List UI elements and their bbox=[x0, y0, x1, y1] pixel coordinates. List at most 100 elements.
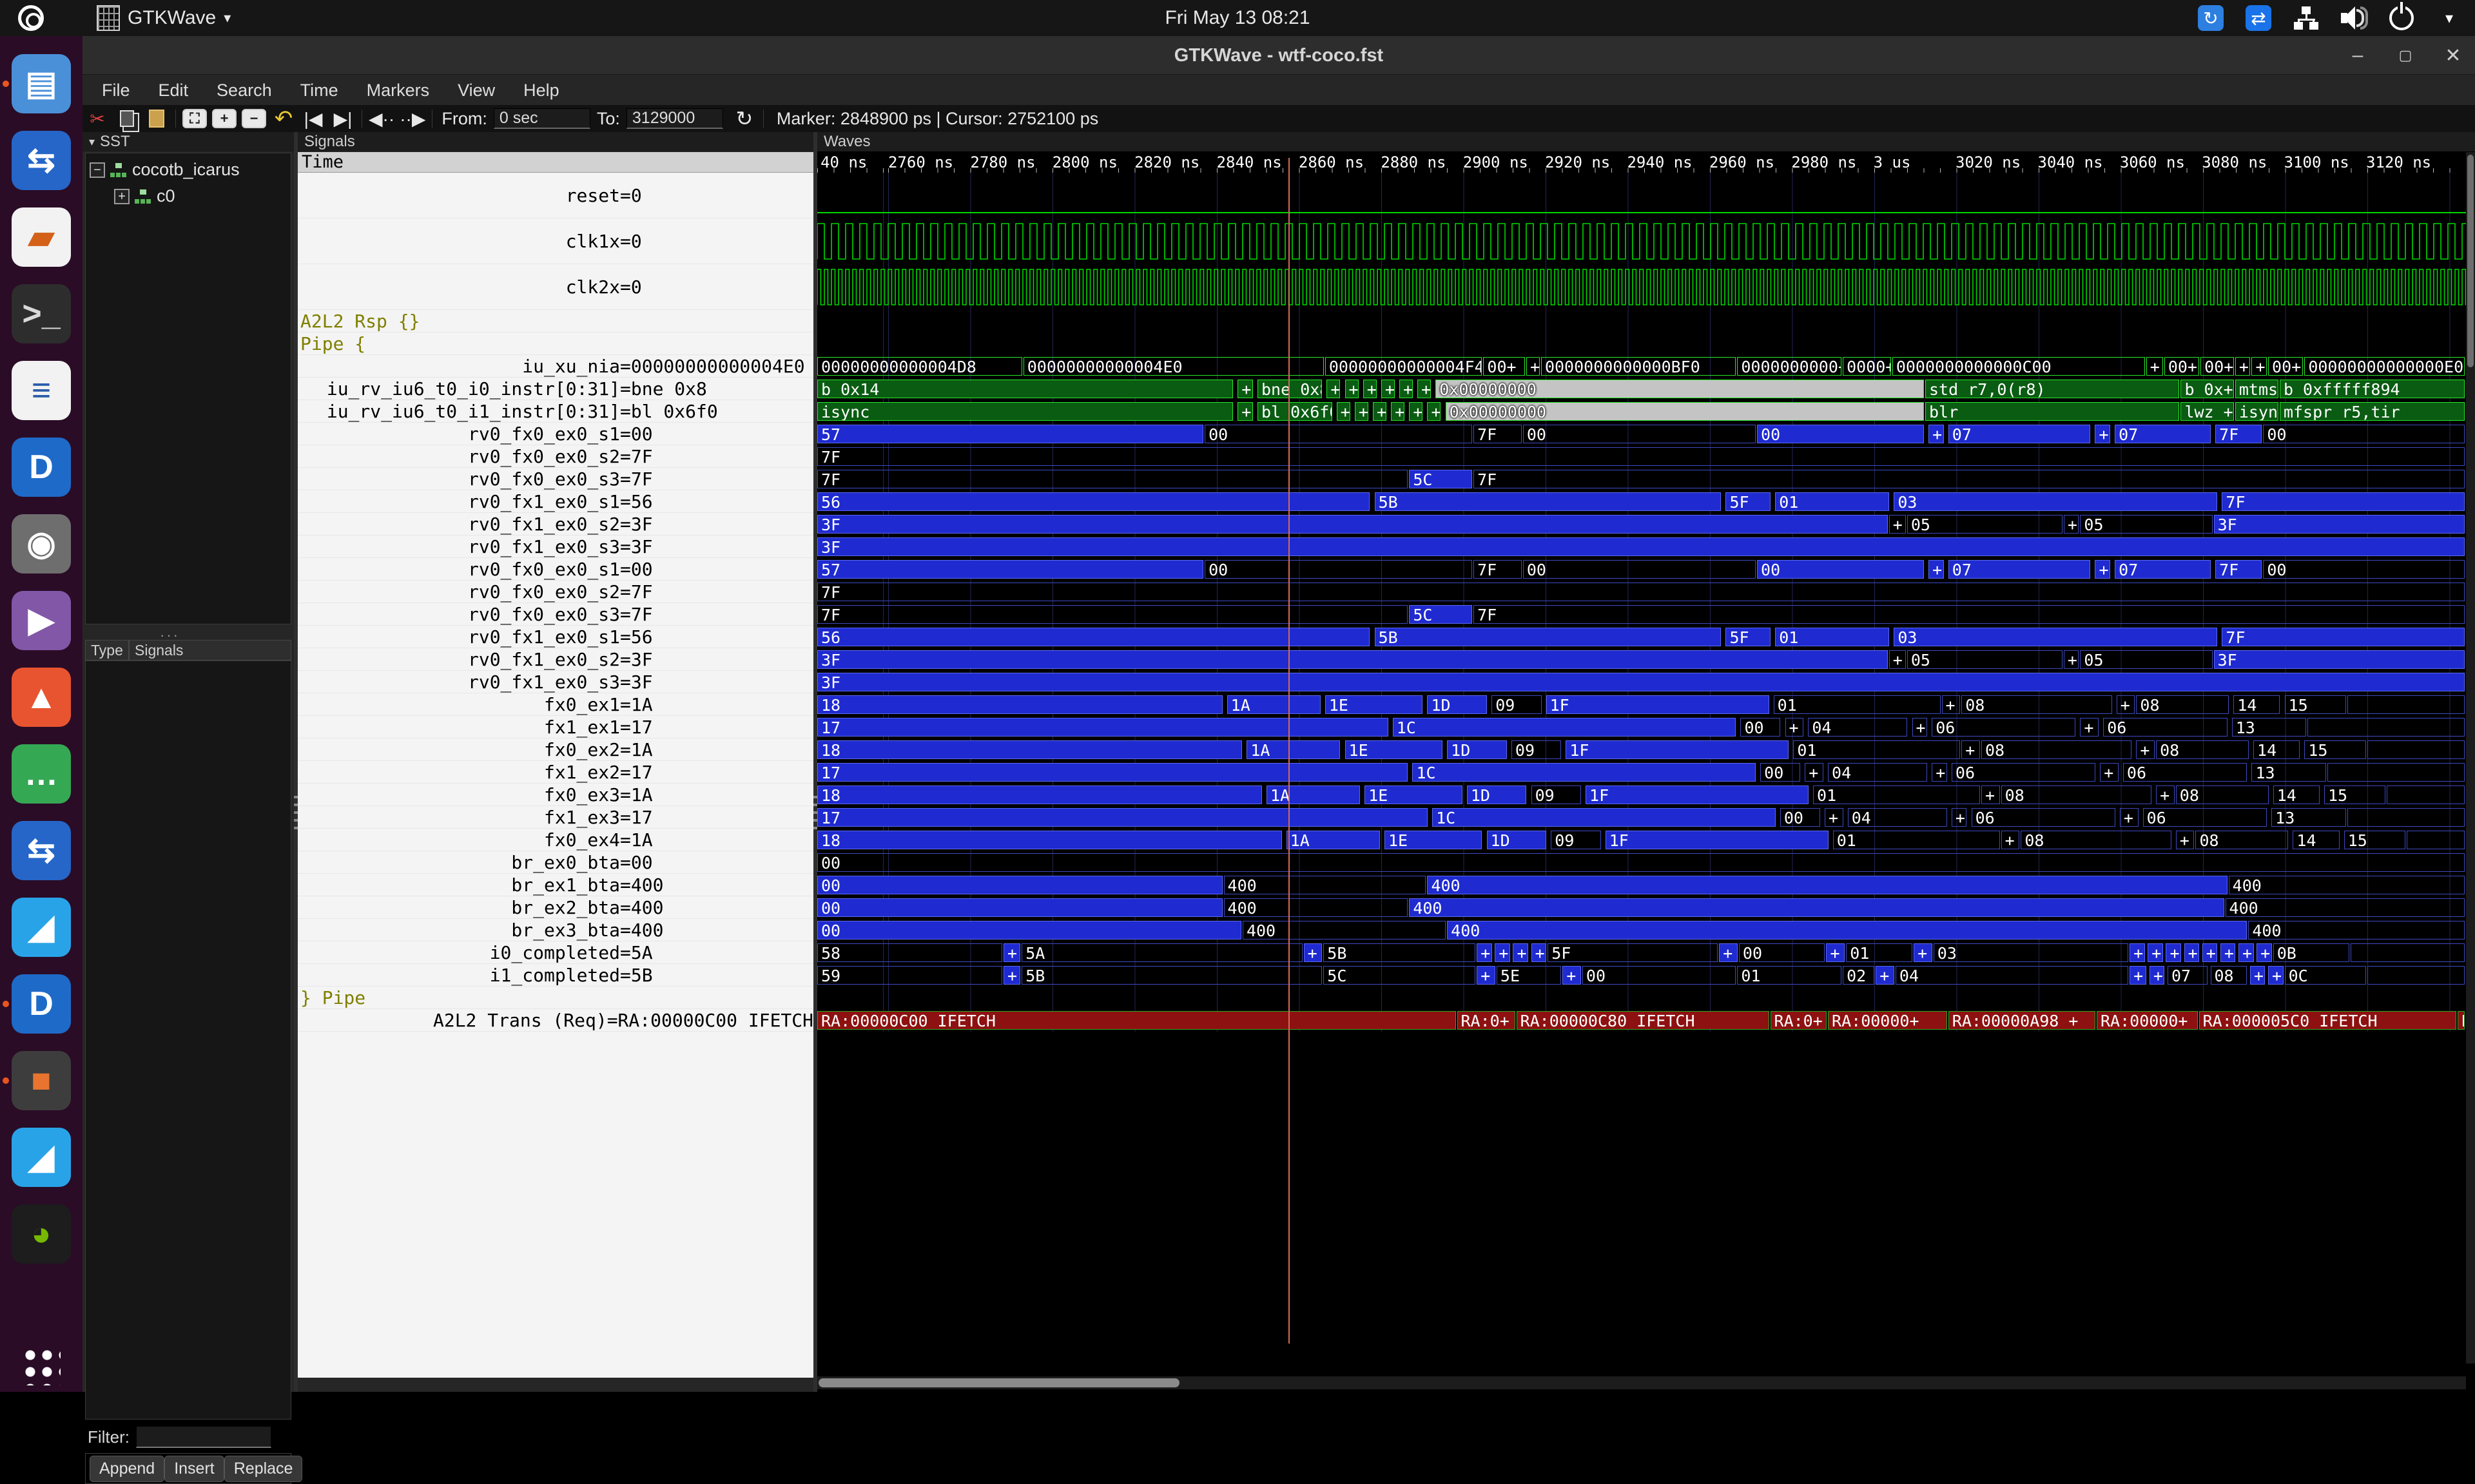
signal-row[interactable]: rv0_fx1_ex0_s2=3F bbox=[298, 513, 813, 535]
wave-row[interactable]: 7F5C7F bbox=[817, 468, 2466, 490]
bus-segment[interactable]: 1A bbox=[1247, 740, 1340, 759]
wave-row[interactable]: 171C00+04+06+0613 bbox=[817, 761, 2466, 784]
signal-row[interactable]: iu_rv_iu6_t0_i1_instr[0:31]=bl 0x6f0 bbox=[298, 400, 813, 423]
bus-segment[interactable]: 5B bbox=[1375, 628, 1722, 646]
bus-segment[interactable]: RA:000005C0 IFETCH bbox=[2199, 1011, 2457, 1030]
wave-row[interactable]: 181A1E1D091F01+08+081415 bbox=[817, 829, 2466, 851]
wave-row[interactable]: 7F bbox=[817, 581, 2466, 603]
bus-segment[interactable]: 07 bbox=[1948, 425, 2091, 443]
bus-segment[interactable]: 15 bbox=[2344, 831, 2405, 849]
bus-segment[interactable]: + bbox=[2202, 943, 2218, 962]
signal-row[interactable]: A2L2 Trans (Req)=RA:00000C00 IFETCH bbox=[298, 1009, 813, 1032]
signal-row[interactable]: clk2x=0 bbox=[298, 264, 813, 310]
bus-segment[interactable]: 7F bbox=[2222, 628, 2465, 646]
bus-segment[interactable]: 17 bbox=[817, 718, 1388, 737]
bus-segment[interactable]: + bbox=[1427, 402, 1441, 421]
bus-segment[interactable] bbox=[2347, 695, 2465, 714]
bus-segment[interactable]: 5F bbox=[1725, 492, 1771, 511]
bus-segment[interactable]: 0x00000000 bbox=[1435, 380, 1924, 398]
bus-segment[interactable]: + bbox=[1942, 695, 1961, 714]
bus-segment[interactable]: + bbox=[1409, 402, 1422, 421]
minimize-button[interactable]: – bbox=[2346, 44, 2369, 66]
waves-vertical-scrollbar[interactable] bbox=[2466, 152, 2475, 1364]
signal-row[interactable]: fx0_ex4=1A bbox=[298, 829, 813, 851]
bus-segment[interactable]: 00000000000004D8 bbox=[817, 357, 1022, 376]
wave-row[interactable]: 57007F0000+07+077F00 bbox=[817, 558, 2466, 581]
signal-row[interactable]: rv0_fx0_ex0_s2=7F bbox=[298, 445, 813, 468]
bus-segment[interactable]: 01 bbox=[1737, 966, 1841, 985]
collapse-icon[interactable]: − bbox=[90, 162, 105, 178]
bus-segment[interactable]: 18 bbox=[817, 831, 1282, 849]
signal-row[interactable]: rv0_fx0_ex0_s1=00 bbox=[298, 423, 813, 445]
bus-segment[interactable]: blr bbox=[1925, 402, 2179, 421]
signal-row[interactable]: fx0_ex3=1A bbox=[298, 784, 813, 806]
bus-segment[interactable]: 3F bbox=[2214, 515, 2465, 534]
bus-segment[interactable]: lwz + bbox=[2180, 402, 2233, 421]
bus-segment[interactable]: + bbox=[1889, 515, 1906, 534]
wave-rows[interactable]: 00000000000004D800000000000004E000000000… bbox=[817, 173, 2466, 1032]
bus-segment[interactable]: 18 bbox=[817, 740, 1242, 759]
expand-icon[interactable]: + bbox=[114, 189, 130, 204]
replace-button[interactable]: Replace bbox=[224, 1456, 303, 1482]
wave-row[interactable]: RA:00000C00 IFETCHRA:0+RA:00000C80 IFETC… bbox=[817, 1009, 2466, 1032]
menu-markers[interactable]: Markers bbox=[353, 81, 444, 101]
bus-segment[interactable]: 00 bbox=[2263, 560, 2465, 579]
bus-segment[interactable]: 03 bbox=[1894, 492, 2217, 511]
bus-segment[interactable]: 00 bbox=[1780, 808, 1820, 827]
wave-row[interactable]: 181A1E1D091F01+08+081415 bbox=[817, 693, 2466, 716]
title-bar[interactable]: GTKWave - wtf-coco.fst – ▢ ✕ bbox=[82, 36, 2475, 75]
bus-segment[interactable]: 7F bbox=[817, 447, 2465, 466]
bus-segment[interactable]: 1A bbox=[1286, 831, 1380, 849]
wave-row[interactable]: 57007F0000+07+077F00 bbox=[817, 423, 2466, 445]
bus-segment[interactable]: RA bbox=[2458, 1011, 2465, 1030]
bus-segment[interactable]: 400 bbox=[1447, 921, 2247, 940]
wave-row[interactable]: 58+5A+5B++++5F+00+01+03++++++++0B bbox=[817, 941, 2466, 964]
bus-segment[interactable]: + bbox=[2166, 943, 2181, 962]
signal-row[interactable]: rv0_fx1_ex0_s1=56 bbox=[298, 626, 813, 648]
bus-segment[interactable]: 5F bbox=[1548, 943, 1718, 962]
wave-row[interactable]: 171C00+04+06+0613 bbox=[817, 716, 2466, 738]
wave-row[interactable]: 00400400400 bbox=[817, 896, 2466, 919]
signal-row[interactable]: rv0_fx0_ex0_s1=00 bbox=[298, 558, 813, 581]
bus-segment[interactable]: 7F bbox=[817, 583, 2465, 601]
bus-segment[interactable]: 59 bbox=[817, 966, 1002, 985]
copy-icon[interactable] bbox=[115, 108, 139, 130]
signal-row[interactable]: fx0_ex2=1A bbox=[298, 738, 813, 761]
bus-segment[interactable]: 08 bbox=[2176, 785, 2269, 804]
bus-segment[interactable]: 1C bbox=[1432, 808, 1776, 827]
bus-segment[interactable]: 400 bbox=[1224, 876, 1426, 894]
bus-segment[interactable]: 15 bbox=[2285, 695, 2346, 714]
signals-list[interactable]: Time reset=0clk1x=0clk2x=0A2L2 Rsp {}Pip… bbox=[298, 152, 813, 1378]
bus-segment[interactable]: 57 bbox=[817, 560, 1203, 579]
bus-segment[interactable]: 5C bbox=[1409, 470, 1472, 488]
bus-segment[interactable]: + bbox=[2064, 650, 2079, 669]
sst-header[interactable]: ▾ SST bbox=[82, 132, 294, 151]
bus-segment[interactable]: 3F bbox=[817, 515, 1888, 534]
bus-segment[interactable]: 00+ bbox=[2268, 357, 2303, 376]
bus-segment[interactable]: + bbox=[2238, 943, 2254, 962]
sst-tree[interactable]: −cocotb_icarus+c0 bbox=[85, 153, 291, 624]
scrollbar-thumb[interactable] bbox=[819, 1378, 1179, 1387]
bus-segment[interactable]: 07 bbox=[1948, 560, 2091, 579]
bus-segment[interactable]: + bbox=[1981, 785, 2000, 804]
bus-segment[interactable]: + bbox=[1562, 966, 1581, 985]
bus-segment[interactable]: 07 bbox=[2115, 425, 2211, 443]
bus-segment[interactable]: 400 bbox=[2248, 921, 2465, 940]
wave-row[interactable]: 7F5C7F bbox=[817, 603, 2466, 626]
bus-segment[interactable]: 5A bbox=[1022, 943, 1302, 962]
bus-segment[interactable]: 15 bbox=[2304, 740, 2365, 759]
bus-segment[interactable]: 400 bbox=[1427, 876, 2227, 894]
dock-item-lo-app[interactable]: ■ bbox=[12, 1051, 71, 1110]
dock-item-writer[interactable]: ≡ bbox=[12, 361, 71, 420]
bus-segment[interactable]: + bbox=[1531, 943, 1547, 962]
bus-segment[interactable]: 5E bbox=[1497, 966, 1561, 985]
bus-segment[interactable]: 00 bbox=[1757, 560, 1924, 579]
bus-segment[interactable]: + bbox=[2156, 785, 2175, 804]
signal-row[interactable]: rv0_fx1_ex0_s1=56 bbox=[298, 490, 813, 513]
dock-item-screenshot[interactable]: ◉ bbox=[12, 514, 71, 573]
bus-segment[interactable]: 00000000000004F4 bbox=[1325, 357, 1482, 376]
bus-segment[interactable]: 1F bbox=[1606, 831, 1829, 849]
bus-segment[interactable]: 00+ bbox=[1483, 357, 1525, 376]
network-icon[interactable] bbox=[2293, 5, 2319, 31]
wave-row[interactable]: 3F+05+053F bbox=[817, 513, 2466, 535]
